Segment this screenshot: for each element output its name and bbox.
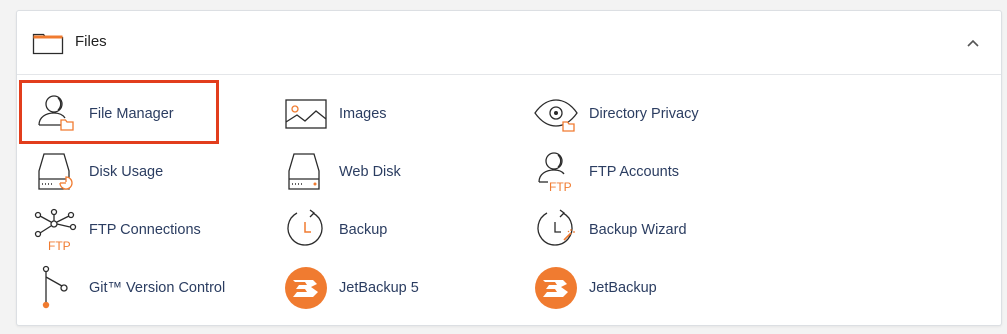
jetbackup-link[interactable]: JetBackup (533, 265, 753, 311)
chevron-up-icon[interactable] (965, 35, 981, 51)
images-link[interactable]: Images (283, 91, 503, 137)
ftp-accounts-link[interactable]: FTP FTP Accounts (533, 149, 753, 195)
ftp-accounts-icon: FTP (533, 149, 579, 195)
files-panel: Files File Manager Images Directory Priv… (16, 10, 1002, 326)
item-label: JetBackup 5 (339, 280, 419, 296)
ftp-connections-icon: FTP (33, 207, 79, 253)
folder-icon (32, 31, 64, 55)
file-manager-icon (33, 91, 79, 137)
item-label: Directory Privacy (589, 106, 699, 122)
web-disk-link[interactable]: Web Disk (283, 149, 503, 195)
web-disk-icon (283, 149, 329, 195)
files-section-header[interactable]: Files (17, 11, 1001, 75)
jetbackup-icon (533, 265, 579, 311)
images-icon (283, 91, 329, 137)
item-label: JetBackup (589, 280, 657, 296)
item-label: Backup Wizard (589, 222, 687, 238)
jetbackup-5-link[interactable]: JetBackup 5 (283, 265, 503, 311)
item-label: Git™ Version Control (89, 280, 226, 296)
item-label: FTP Accounts (589, 164, 679, 180)
directory-privacy-link[interactable]: Directory Privacy (533, 91, 753, 137)
ftp-icon-text: FTP (549, 180, 572, 194)
item-label: File Manager (89, 106, 174, 122)
item-label: Web Disk (339, 164, 401, 180)
backup-link[interactable]: Backup (283, 207, 503, 253)
backup-wizard-link[interactable]: Backup Wizard (533, 207, 753, 253)
item-label: FTP Connections (89, 222, 201, 238)
file-manager-link[interactable]: File Manager (33, 91, 253, 137)
ftp-connections-link[interactable]: FTP FTP Connections (33, 207, 253, 253)
item-label: Disk Usage (89, 164, 164, 180)
git-version-control-link[interactable]: Git™ Version Control (33, 265, 253, 311)
ftp-icon-text: FTP (48, 239, 71, 253)
backup-icon (283, 207, 329, 253)
disk-usage-icon (33, 149, 79, 195)
directory-privacy-icon (533, 91, 579, 137)
section-title: Files (75, 33, 107, 50)
jetbackup-5-icon (283, 265, 329, 311)
backup-wizard-icon (533, 207, 579, 253)
disk-usage-link[interactable]: Disk Usage (33, 149, 253, 195)
git-icon (33, 265, 79, 311)
item-label: Backup (339, 222, 388, 238)
item-label: Images (339, 106, 387, 122)
